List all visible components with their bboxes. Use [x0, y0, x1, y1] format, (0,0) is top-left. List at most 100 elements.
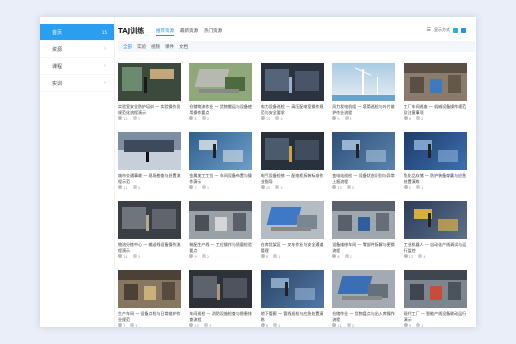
resource-title[interactable]: 车间巡检 — 消防设施检查与隐患排查流程	[189, 311, 252, 322]
sidebar-item-0[interactable]: 首页 15	[40, 24, 114, 41]
heart-icon	[418, 254, 423, 258]
resource-title[interactable]: 物流分拣中心 — 输送线设备操作流程演示	[118, 242, 181, 253]
view-count: 6	[332, 254, 340, 259]
resource-card[interactable]: 危化品存储 — 防护装备穿戴与应急处置演练 5 1	[403, 132, 467, 194]
resource-thumbnail[interactable]	[332, 201, 396, 239]
resource-title[interactable]: 仓库货架区 — 叉车作业与安全通道管理	[261, 242, 324, 253]
resource-card[interactable]: 物流分拣中心 — 输送线设备操作流程演示 14 3	[118, 201, 181, 263]
resource-card[interactable]: 地下管廊 — 管线巡检与应急处置演练 8 2	[260, 270, 324, 327]
resource-title[interactable]: 工厂车间巡查 — 机械设备操作规范及注意事项	[404, 104, 467, 115]
resource-card[interactable]: 实验室安全防护培训 — 实验操作员规范化流程演示 12 3	[118, 63, 181, 125]
resource-title[interactable]: 生产车间 — 设备点检与日常维护作业规范	[118, 311, 181, 322]
resource-title[interactable]: 危化品存储 — 防护装备穿戴与应急处置演练	[404, 173, 467, 184]
resource-card[interactable]: 车间巡检 — 消防设施检查与隐患排查流程 10 3	[189, 270, 253, 327]
resource-title[interactable]: 装配生产线 — 工位操作与质量检验要点	[189, 242, 252, 253]
resource-title[interactable]: 电力设备巡检 — 高压配电室操作规范与安全要求	[261, 104, 324, 115]
resource-thumbnail[interactable]	[118, 270, 181, 308]
filter-document[interactable]: 文档	[179, 44, 188, 50]
filter-experiment[interactable]: 实验	[137, 44, 146, 50]
view-count: 7	[118, 323, 125, 327]
resource-thumbnail[interactable]	[403, 63, 467, 101]
resource-title[interactable]: 实验室安全防护培训 — 实验操作员规范化流程演示	[118, 104, 181, 115]
view-count: 5	[403, 185, 411, 190]
resource-card[interactable]: 现代工厂 — 智能产线设备联动运行演示 9 1	[403, 270, 467, 327]
resource-card[interactable]: 工厂车间巡查 — 机械设备操作规范及注意事项 6 2	[403, 63, 467, 125]
list-view-icon[interactable]	[461, 27, 466, 33]
resource-thumbnail[interactable]	[260, 132, 324, 170]
resource-thumbnail[interactable]	[260, 270, 324, 308]
filter-video[interactable]: 视频	[151, 44, 160, 50]
resource-thumbnail[interactable]	[403, 132, 467, 170]
resource-thumbnail[interactable]	[260, 201, 324, 239]
eye-icon	[332, 323, 337, 327]
resource-title[interactable]: 现代工厂 — 智能产线设备联动运行演示	[404, 311, 467, 322]
resource-card[interactable]: 装配生产线 — 工位操作与质量检验要点 9 2	[189, 201, 253, 263]
like-count: 3	[132, 254, 140, 259]
resource-title[interactable]: 仓储作业 — 货物盘点与出入库操作流程	[332, 311, 395, 322]
resource-card[interactable]: 工业机器人 — 自动化产线调试与运行监控 12 4	[403, 201, 467, 263]
resource-card[interactable]: 电力设备巡检 — 高压配电室操作规范与安全要求 15 4	[260, 63, 324, 125]
resource-title[interactable]: 风力发电机组 — 塔筒巡检与叶片维护作业流程	[332, 104, 395, 115]
heart-icon	[275, 185, 280, 189]
page-title: TAJ训练	[118, 27, 145, 35]
heart-icon	[132, 254, 137, 258]
tab-recommended[interactable]: 推荐资源	[156, 28, 174, 36]
like-count-value: 2	[206, 255, 210, 259]
resource-thumbnail[interactable]	[332, 132, 396, 170]
resource-card[interactable]: 变电站巡检 — 设备状态识别与异常上报流程 13 5	[332, 132, 396, 194]
resource-thumbnail[interactable]	[260, 63, 324, 101]
resource-thumbnail[interactable]	[118, 63, 181, 101]
resource-thumbnail[interactable]	[189, 132, 253, 170]
resource-meta: 6 2	[403, 116, 467, 121]
resource-card[interactable]: 电气设备检修 — 配电柜拆装标准作业指导 10 2	[260, 132, 324, 194]
resource-card[interactable]: 城市交通事故 — 现场勘查与处置流程示范 11 3	[118, 132, 181, 194]
view-count-value: 9	[408, 324, 411, 327]
resource-card[interactable]: 风力发电机组 — 塔筒巡检与叶片维护作业流程 9 1	[332, 63, 396, 125]
resource-thumbnail[interactable]	[118, 132, 181, 170]
resource-thumbnail[interactable]	[189, 63, 253, 101]
resource-thumbnail[interactable]	[118, 201, 181, 239]
sidebar-item-3[interactable]: 实训 ›	[40, 75, 114, 92]
filter-courseware[interactable]: 课件	[165, 44, 174, 50]
eye-icon	[189, 185, 194, 189]
filter-icon[interactable]: ☰	[427, 27, 431, 33]
resource-title[interactable]: 仓储物流作业 — 货物搬运与设备使用操作要点	[189, 104, 252, 115]
resource-thumbnail[interactable]	[189, 270, 253, 308]
resource-thumbnail[interactable]	[189, 201, 253, 239]
like-count-value: 5	[351, 186, 355, 190]
resource-title[interactable]: 电气设备检修 — 配电柜拆装标准作业指导	[261, 173, 324, 184]
resource-title[interactable]: 工业机器人 — 自动化产线调试与运行监控	[404, 242, 467, 253]
eye-icon	[189, 116, 194, 120]
resource-title[interactable]: 城市交通事故 — 现场勘查与处置流程示范	[118, 173, 181, 184]
heart-icon	[201, 116, 206, 120]
resource-title[interactable]: 金属加工工位 — 车间设备布置与操作演示	[189, 173, 252, 184]
resource-card[interactable]: 仓库货架区 — 叉车作业与安全通道管理 8 1	[260, 201, 324, 263]
resource-thumbnail[interactable]	[403, 270, 467, 308]
like-count-value: 1	[349, 117, 352, 121]
resource-thumbnail[interactable]	[332, 270, 396, 308]
sidebar-item-1[interactable]: 资源 ›	[40, 41, 114, 58]
like-count: 1	[415, 323, 423, 327]
resource-thumbnail[interactable]	[403, 201, 467, 239]
like-count-value: 2	[349, 255, 352, 259]
resource-title[interactable]: 设备维修车间 — 零部件拆解与更换流程	[332, 242, 395, 253]
resource-title[interactable]: 变电站巡检 — 设备状态识别与异常上报流程	[332, 173, 395, 184]
view-count-value: 8	[265, 255, 269, 259]
tab-latest[interactable]: 最新资源	[180, 28, 198, 36]
resource-card[interactable]: 设备维修车间 — 零部件拆解与更换流程 6 2	[332, 201, 396, 263]
grid-view-icon[interactable]	[453, 27, 458, 33]
view-count: 12	[118, 116, 128, 121]
resource-thumbnail[interactable]	[332, 63, 396, 101]
resource-title[interactable]: 地下管廊 — 管线巡检与应急处置演练	[261, 311, 324, 322]
resource-card[interactable]: 生产车间 — 设备点检与日常维护作业规范 7 1	[118, 270, 181, 327]
resource-card[interactable]: 仓储物流作业 — 货物搬运与设备使用操作要点 8 2	[189, 63, 253, 125]
like-count-value: 2	[351, 324, 355, 327]
sidebar-item-2[interactable]: 课程 ›	[40, 58, 114, 75]
filter-all[interactable]: 全部	[123, 44, 132, 50]
resource-card[interactable]: 金属加工工位 — 车间设备布置与操作演示 7 1	[189, 132, 253, 194]
heart-icon	[344, 254, 349, 258]
resource-meta: 11 2	[332, 323, 395, 327]
filter-bar: 全部 实验 视频 课件 文档	[118, 41, 475, 52]
tab-popular[interactable]: 热门资源	[204, 28, 222, 36]
resource-card[interactable]: 仓储作业 — 货物盘点与出入库操作流程 11 2	[332, 270, 396, 327]
